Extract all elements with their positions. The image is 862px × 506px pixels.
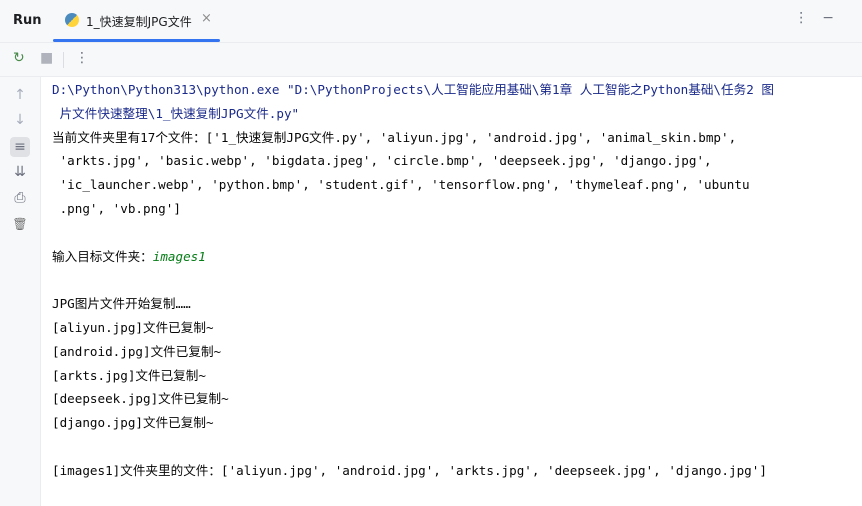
user-input: images1: [152, 248, 206, 264]
print-icon[interactable]: ⎙: [10, 188, 30, 208]
input-line: 输入目标文件夹：images1: [52, 245, 842, 269]
close-icon[interactable]: ×: [201, 11, 212, 26]
output-line: 当前文件夹里有17个文件：['1_快速复制JPG文件.py', 'aliyun.…: [52, 129, 737, 145]
divider: [63, 52, 64, 68]
output-line: [arkts.jpg]文件已复制~: [52, 367, 206, 383]
output-line: [deepseek.jpg]文件已复制~: [52, 391, 229, 407]
output-line: 'ic_launcher.webp', 'python.bmp', 'stude…: [52, 177, 750, 193]
run-toolbar: ↻ ■ ⋮: [0, 43, 862, 77]
more-icon[interactable]: ⋮: [75, 50, 89, 66]
run-title: Run: [13, 13, 42, 28]
output-line: 'arkts.jpg', 'basic.webp', 'bigdata.jpeg…: [52, 153, 712, 169]
console-output[interactable]: D:\Python\Python313\python.exe "D:\Pytho…: [52, 78, 842, 483]
down-arrow-icon[interactable]: ↓: [10, 110, 30, 130]
output-line: .png', 'vb.png']: [52, 200, 181, 216]
trash-icon[interactable]: 🗑: [10, 214, 30, 234]
output-line: JPG图片文件开始复制……: [52, 296, 191, 312]
minimize-icon[interactable]: −: [822, 10, 848, 26]
output-line: [android.jpg]文件已复制~: [52, 343, 222, 359]
tab-run-config[interactable]: 1_快速复制JPG文件 ×: [53, 0, 220, 42]
console-gutter: ↑ ↓ ≡ ⇊ ⎙ 🗑: [0, 77, 41, 506]
more-options-icon[interactable]: ⋮: [794, 10, 822, 26]
tab-label: 1_快速复制JPG文件: [86, 15, 192, 29]
output-line: [aliyun.jpg]文件已复制~: [52, 319, 214, 335]
command-line: 片文件快速整理\1_快速复制JPG文件.py": [52, 105, 300, 121]
stop-icon[interactable]: ■: [40, 50, 53, 66]
active-tab-indicator: [53, 39, 220, 42]
command-line: D:\Python\Python313\python.exe "D:\Pytho…: [52, 82, 774, 97]
rerun-icon[interactable]: ↻: [13, 50, 25, 66]
up-arrow-icon[interactable]: ↑: [10, 85, 30, 105]
scroll-to-end-icon[interactable]: ⇊: [10, 162, 30, 182]
tab-bar: Run 1_快速复制JPG文件 × ⋮−: [0, 0, 862, 43]
output-line: [images1]文件夹里的文件：['aliyun.jpg', 'android…: [52, 462, 767, 478]
prompt: 输入目标文件夹：: [52, 248, 153, 264]
python-icon: [65, 13, 79, 27]
soft-wrap-icon[interactable]: ≡: [10, 137, 30, 157]
output-line: [django.jpg]文件已复制~: [52, 415, 214, 431]
